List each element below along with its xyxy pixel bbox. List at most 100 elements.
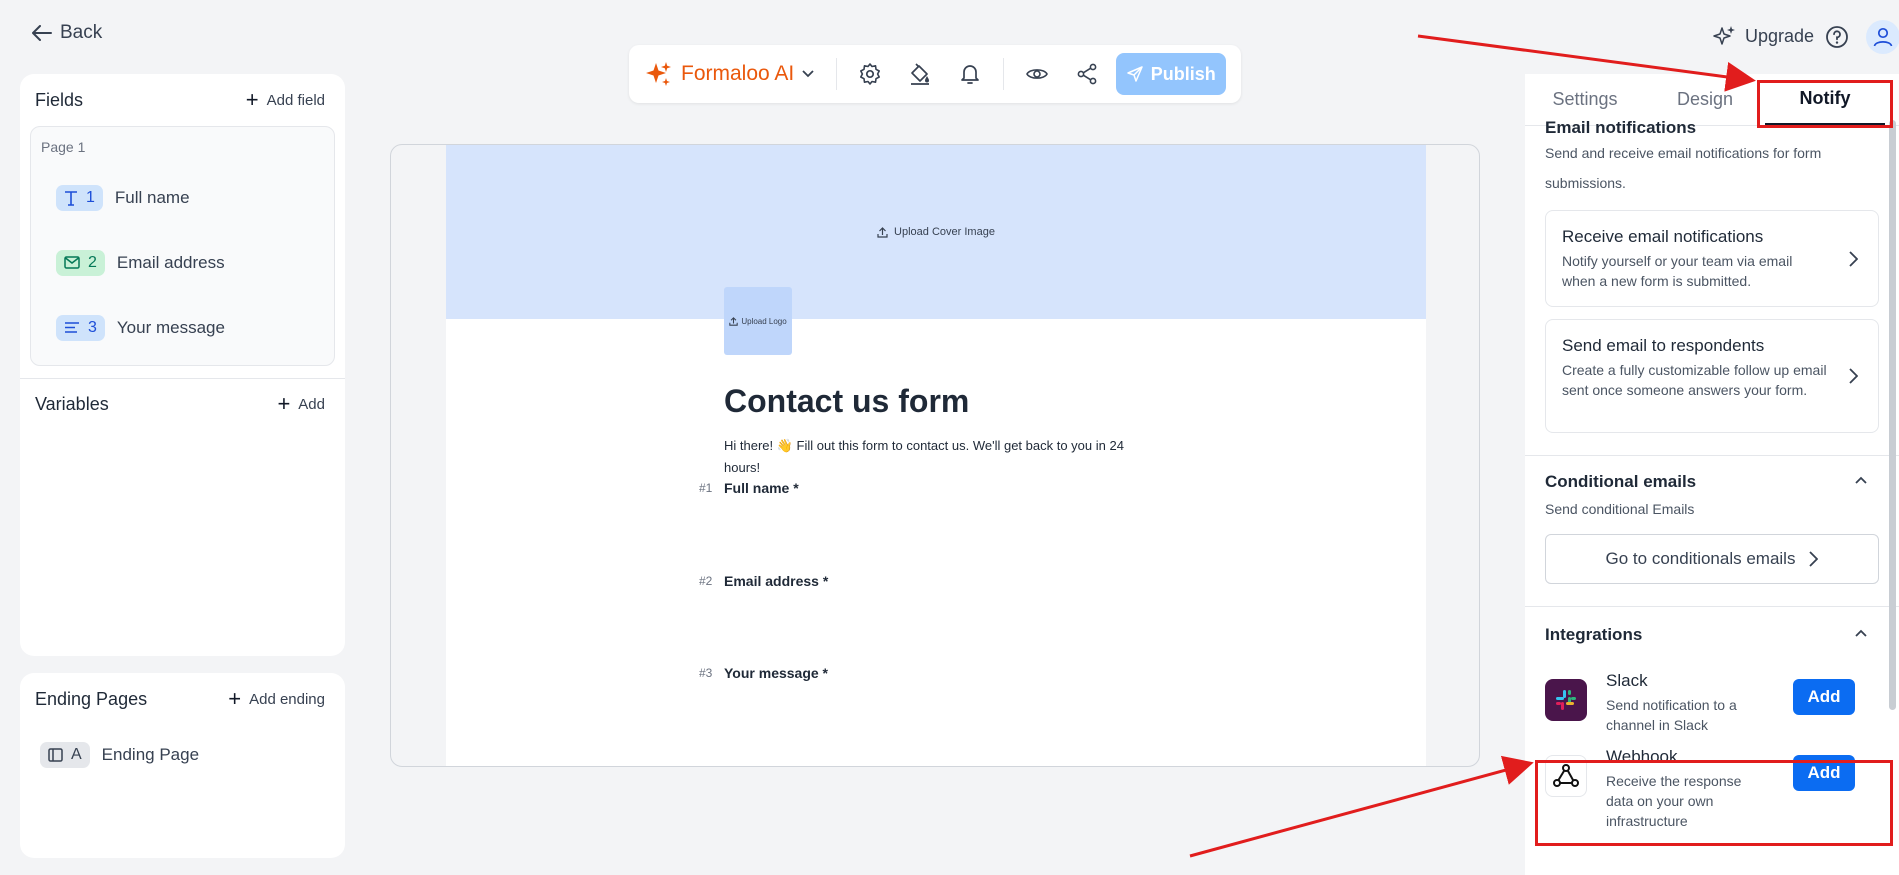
preview-button[interactable] — [1012, 54, 1062, 94]
user-icon — [1872, 26, 1894, 48]
back-label: Back — [60, 22, 103, 43]
ai-label: Formaloo AI — [681, 62, 795, 85]
email-notifications-subtitle: Send and receive email notifications for… — [1545, 145, 1822, 191]
upgrade-button[interactable]: Upgrade — [1713, 24, 1814, 48]
toolbar-divider — [836, 58, 838, 90]
field-number: 3 — [88, 318, 97, 336]
annotation-highlight-webhook — [1535, 760, 1893, 846]
toolbar-divider — [1003, 58, 1005, 90]
integration-name: Slack — [1606, 671, 1648, 690]
chevron-up-icon[interactable] — [1855, 476, 1867, 484]
question-email-address[interactable]: Email address * — [724, 573, 828, 589]
help-button[interactable] — [1825, 25, 1849, 49]
plus-icon: + — [277, 391, 291, 416]
question-number: #1 — [699, 481, 713, 495]
text-type-icon — [64, 190, 78, 206]
variables-header: Variables + Add — [20, 379, 345, 429]
publish-button[interactable]: Publish — [1116, 53, 1227, 95]
cover-label: Upload Cover Image — [894, 226, 995, 238]
add-slack-button[interactable]: Add — [1793, 679, 1855, 715]
share-icon — [1075, 62, 1099, 86]
add-ending-button[interactable]: + Add ending — [228, 688, 325, 710]
chevron-right-icon — [1849, 368, 1858, 384]
ending-header: Ending Pages + Add ending — [20, 673, 345, 725]
layout-sidebar-icon — [48, 748, 63, 762]
go-to-conditional-emails-button[interactable]: Go to conditionals emails — [1545, 534, 1879, 584]
question-full-name[interactable]: Full name * — [724, 480, 799, 496]
help-circle-icon — [1825, 25, 1849, 49]
field-label: Email address — [116, 252, 225, 272]
form-canvas: Upload Cover Image Upload Logo Contact u… — [390, 144, 1480, 767]
send-email-to-respondents-card[interactable]: Send email to respondents Create a fully… — [1545, 319, 1879, 433]
form-sheet: Upload Cover Image Upload Logo Contact u… — [446, 145, 1426, 766]
chevron-up-icon[interactable] — [1855, 629, 1867, 637]
fields-header: Fields + Add field — [20, 74, 345, 126]
upload-cover-image-button[interactable]: Upload Cover Image — [446, 145, 1426, 319]
ending-title: Ending Pages — [35, 688, 148, 709]
bell-icon — [958, 62, 982, 86]
add-field-label: Add field — [266, 91, 325, 109]
plus-icon: + — [228, 686, 242, 711]
field-item-your-message[interactable]: 3 Your message — [41, 295, 324, 360]
add-ending-label: Add ending — [249, 690, 325, 708]
arrow-left-icon — [32, 25, 52, 41]
page-1-group: Page 1 1 Full name 2 Email address 3 You… — [30, 126, 335, 366]
conditional-emails-title: Conditional emails — [1545, 472, 1697, 491]
field-badge: 1 — [56, 184, 103, 211]
receive-email-notifications-card[interactable]: Receive email notifications Notify yours… — [1545, 210, 1879, 307]
chevron-down-icon — [802, 70, 814, 78]
notifications-button[interactable] — [945, 54, 995, 94]
field-item-email-address[interactable]: 2 Email address — [41, 230, 324, 295]
ending-item[interactable]: A Ending Page — [20, 725, 345, 785]
variables-title: Variables — [35, 393, 109, 414]
design-button[interactable] — [895, 54, 945, 94]
field-number: 1 — [86, 188, 95, 206]
chevron-right-icon — [1849, 250, 1858, 267]
upload-logo-button[interactable]: Upload Logo — [724, 287, 792, 355]
mail-icon — [64, 256, 80, 269]
annotation-arrow-to-webhook — [1189, 755, 1534, 858]
question-number: #2 — [699, 574, 713, 588]
add-field-button[interactable]: + Add field — [246, 89, 325, 111]
annotation-highlight-notify-tab — [1757, 80, 1893, 128]
form-description[interactable]: Hi there! 👋 Fill out this form to contac… — [724, 435, 1154, 479]
question-number: #3 — [699, 666, 713, 680]
back-button[interactable]: Back — [32, 22, 102, 44]
conditional-emails-section: Conditional emails Send conditional Emai… — [1545, 456, 1879, 584]
ending-pages-panel: Ending Pages + Add ending A Ending Page — [20, 673, 345, 858]
formaloo-ai-button[interactable]: Formaloo AI — [645, 60, 828, 88]
editor-toolbar: Formaloo AI Publish — [629, 45, 1241, 103]
share-button[interactable] — [1062, 54, 1112, 94]
right-panel-scrollbar[interactable] — [1889, 120, 1896, 710]
card-title: Receive email notifications — [1562, 227, 1764, 246]
publish-label: Publish — [1150, 63, 1216, 84]
fields-title: Fields — [35, 89, 84, 110]
field-number: 2 — [88, 253, 97, 271]
settings-icon — [858, 62, 882, 86]
form-title[interactable]: Contact us form — [724, 383, 969, 420]
notify-content: Email notifications Send and receive ema… — [1525, 118, 1899, 829]
field-item-full-name[interactable]: 1 Full name — [41, 165, 324, 230]
card-description: Create a fully customizable follow up em… — [1562, 362, 1827, 398]
cond-button-label: Go to conditionals emails — [1605, 549, 1796, 568]
paragraph-icon — [64, 321, 80, 334]
integrations-title: Integrations — [1545, 625, 1643, 644]
field-badge: 2 — [56, 249, 105, 276]
integration-description: Send notification to a channel in Slack — [1606, 697, 1737, 733]
upload-icon — [729, 316, 739, 326]
logo-label: Upload Logo — [741, 316, 787, 326]
chevron-right-icon — [1809, 551, 1819, 567]
sparkles-icon — [1713, 24, 1737, 48]
field-badge: 3 — [56, 314, 105, 341]
send-icon — [1126, 66, 1143, 82]
settings-button[interactable] — [845, 54, 895, 94]
question-your-message[interactable]: Your message * — [724, 665, 828, 681]
upgrade-label: Upgrade — [1745, 25, 1815, 46]
add-variable-label: Add — [298, 395, 325, 413]
field-label: Full name — [114, 187, 190, 207]
ending-badge: A — [40, 742, 90, 768]
card-title: Send email to respondents — [1562, 336, 1765, 355]
add-variable-button[interactable]: + Add — [277, 393, 325, 415]
avatar[interactable] — [1866, 20, 1899, 54]
conditional-emails-subtitle: Send conditional Emails — [1545, 501, 1695, 517]
